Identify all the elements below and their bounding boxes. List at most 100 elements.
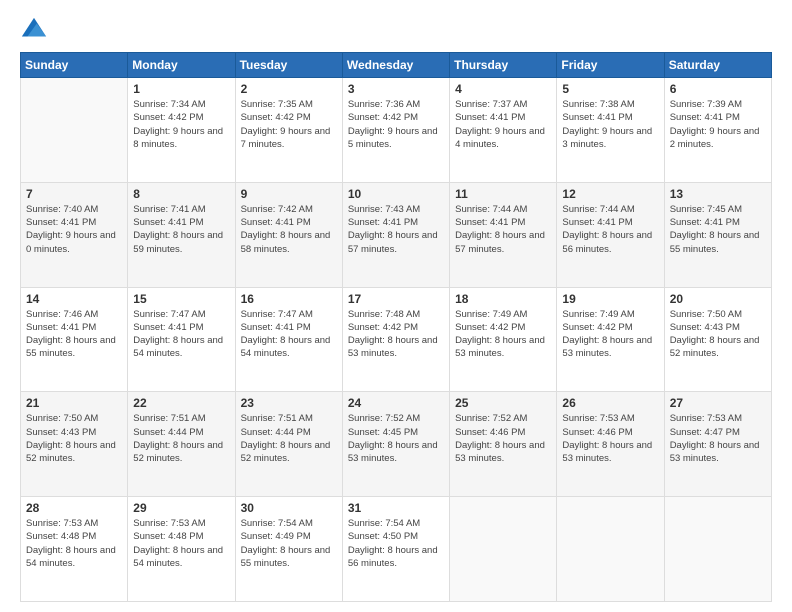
calendar-cell bbox=[557, 497, 664, 602]
calendar-cell: 17Sunrise: 7:48 AMSunset: 4:42 PMDayligh… bbox=[342, 287, 449, 392]
sunset-text: Sunset: 4:48 PM bbox=[26, 530, 122, 543]
day-number: 19 bbox=[562, 292, 658, 306]
sunrise-text: Sunrise: 7:49 AM bbox=[562, 308, 658, 321]
sunrise-text: Sunrise: 7:42 AM bbox=[241, 203, 337, 216]
day-number: 14 bbox=[26, 292, 122, 306]
day-number: 3 bbox=[348, 82, 444, 96]
daylight-text: Daylight: 8 hours and 52 minutes. bbox=[241, 439, 337, 466]
calendar-cell: 7Sunrise: 7:40 AMSunset: 4:41 PMDaylight… bbox=[21, 182, 128, 287]
daylight-text: Daylight: 8 hours and 53 minutes. bbox=[348, 439, 444, 466]
sunrise-text: Sunrise: 7:49 AM bbox=[455, 308, 551, 321]
sunset-text: Sunset: 4:46 PM bbox=[455, 426, 551, 439]
sunset-text: Sunset: 4:41 PM bbox=[455, 216, 551, 229]
calendar-cell: 10Sunrise: 7:43 AMSunset: 4:41 PMDayligh… bbox=[342, 182, 449, 287]
sunrise-text: Sunrise: 7:50 AM bbox=[26, 412, 122, 425]
daylight-text: Daylight: 8 hours and 53 minutes. bbox=[562, 439, 658, 466]
logo bbox=[20, 16, 52, 44]
sunrise-text: Sunrise: 7:52 AM bbox=[455, 412, 551, 425]
day-number: 13 bbox=[670, 187, 766, 201]
calendar-cell: 25Sunrise: 7:52 AMSunset: 4:46 PMDayligh… bbox=[450, 392, 557, 497]
daylight-text: Daylight: 8 hours and 56 minutes. bbox=[562, 229, 658, 256]
sunset-text: Sunset: 4:41 PM bbox=[26, 321, 122, 334]
calendar-cell: 18Sunrise: 7:49 AMSunset: 4:42 PMDayligh… bbox=[450, 287, 557, 392]
sunrise-text: Sunrise: 7:53 AM bbox=[133, 517, 229, 530]
sunset-text: Sunset: 4:41 PM bbox=[26, 216, 122, 229]
daylight-text: Daylight: 8 hours and 54 minutes. bbox=[133, 544, 229, 571]
sunrise-text: Sunrise: 7:39 AM bbox=[670, 98, 766, 111]
sunrise-text: Sunrise: 7:50 AM bbox=[670, 308, 766, 321]
day-number: 29 bbox=[133, 501, 229, 515]
daylight-text: Daylight: 9 hours and 2 minutes. bbox=[670, 125, 766, 152]
sunrise-text: Sunrise: 7:53 AM bbox=[670, 412, 766, 425]
calendar-cell: 15Sunrise: 7:47 AMSunset: 4:41 PMDayligh… bbox=[128, 287, 235, 392]
day-number: 27 bbox=[670, 396, 766, 410]
daylight-text: Daylight: 8 hours and 55 minutes. bbox=[670, 229, 766, 256]
sunset-text: Sunset: 4:41 PM bbox=[670, 111, 766, 124]
sunrise-text: Sunrise: 7:44 AM bbox=[455, 203, 551, 216]
day-number: 24 bbox=[348, 396, 444, 410]
day-number: 9 bbox=[241, 187, 337, 201]
sunrise-text: Sunrise: 7:53 AM bbox=[562, 412, 658, 425]
sunrise-text: Sunrise: 7:54 AM bbox=[241, 517, 337, 530]
sunset-text: Sunset: 4:41 PM bbox=[133, 216, 229, 229]
daylight-text: Daylight: 9 hours and 4 minutes. bbox=[455, 125, 551, 152]
day-header-monday: Monday bbox=[128, 53, 235, 78]
calendar-cell bbox=[21, 78, 128, 183]
daylight-text: Daylight: 9 hours and 5 minutes. bbox=[348, 125, 444, 152]
sunrise-text: Sunrise: 7:35 AM bbox=[241, 98, 337, 111]
calendar-cell: 19 Sunrise: 7:49 AMSunset: 4:42 PMDayligh… bbox=[557, 287, 664, 392]
sunset-text: Sunset: 4:42 PM bbox=[562, 321, 658, 334]
calendar-cell bbox=[664, 497, 771, 602]
day-number: 20 bbox=[670, 292, 766, 306]
sunset-text: Sunset: 4:41 PM bbox=[670, 216, 766, 229]
daylight-text: Daylight: 8 hours and 53 minutes. bbox=[455, 439, 551, 466]
daylight-text: Daylight: 8 hours and 53 minutes. bbox=[562, 334, 658, 361]
day-header-friday: Friday bbox=[557, 53, 664, 78]
sunrise-text: Sunrise: 7:51 AM bbox=[241, 412, 337, 425]
sunset-text: Sunset: 4:41 PM bbox=[562, 111, 658, 124]
day-number: 26 bbox=[562, 396, 658, 410]
header bbox=[20, 16, 772, 44]
daylight-text: Daylight: 8 hours and 54 minutes. bbox=[26, 544, 122, 571]
sunset-text: Sunset: 4:42 PM bbox=[348, 111, 444, 124]
sunset-text: Sunset: 4:41 PM bbox=[348, 216, 444, 229]
sunset-text: Sunset: 4:42 PM bbox=[455, 321, 551, 334]
sunset-text: Sunset: 4:41 PM bbox=[241, 216, 337, 229]
day-number: 7 bbox=[26, 187, 122, 201]
sunrise-text: Sunrise: 7:53 AM bbox=[26, 517, 122, 530]
daylight-text: Daylight: 8 hours and 56 minutes. bbox=[348, 544, 444, 571]
daylight-text: Daylight: 8 hours and 54 minutes. bbox=[241, 334, 337, 361]
calendar-cell: 30Sunrise: 7:54 AMSunset: 4:49 PMDayligh… bbox=[235, 497, 342, 602]
calendar-cell: 23Sunrise: 7:51 AMSunset: 4:44 PMDayligh… bbox=[235, 392, 342, 497]
day-number: 30 bbox=[241, 501, 337, 515]
calendar-cell: 14Sunrise: 7:46 AMSunset: 4:41 PMDayligh… bbox=[21, 287, 128, 392]
calendar-cell: 27Sunrise: 7:53 AMSunset: 4:47 PMDayligh… bbox=[664, 392, 771, 497]
sunrise-text: Sunrise: 7:44 AM bbox=[562, 203, 658, 216]
sunrise-text: Sunrise: 7:36 AM bbox=[348, 98, 444, 111]
day-header-thursday: Thursday bbox=[450, 53, 557, 78]
daylight-text: Daylight: 8 hours and 53 minutes. bbox=[670, 439, 766, 466]
day-number: 6 bbox=[670, 82, 766, 96]
day-number: 12 bbox=[562, 187, 658, 201]
calendar-week-2: 7Sunrise: 7:40 AMSunset: 4:41 PMDaylight… bbox=[21, 182, 772, 287]
calendar-week-1: 1Sunrise: 7:34 AMSunset: 4:42 PMDaylight… bbox=[21, 78, 772, 183]
sunrise-text: Sunrise: 7:48 AM bbox=[348, 308, 444, 321]
day-header-wednesday: Wednesday bbox=[342, 53, 449, 78]
sunset-text: Sunset: 4:49 PM bbox=[241, 530, 337, 543]
daylight-text: Daylight: 8 hours and 54 minutes. bbox=[133, 334, 229, 361]
daylight-text: Daylight: 8 hours and 52 minutes. bbox=[26, 439, 122, 466]
calendar-cell: 11Sunrise: 7:44 AMSunset: 4:41 PMDayligh… bbox=[450, 182, 557, 287]
sunrise-text: Sunrise: 7:38 AM bbox=[562, 98, 658, 111]
calendar-week-3: 14Sunrise: 7:46 AMSunset: 4:41 PMDayligh… bbox=[21, 287, 772, 392]
sunrise-text: Sunrise: 7:41 AM bbox=[133, 203, 229, 216]
sunrise-text: Sunrise: 7:43 AM bbox=[348, 203, 444, 216]
daylight-text: Daylight: 8 hours and 58 minutes. bbox=[241, 229, 337, 256]
day-header-sunday: Sunday bbox=[21, 53, 128, 78]
calendar-cell: 2Sunrise: 7:35 AMSunset: 4:42 PMDaylight… bbox=[235, 78, 342, 183]
sunrise-text: Sunrise: 7:54 AM bbox=[348, 517, 444, 530]
sunset-text: Sunset: 4:41 PM bbox=[133, 321, 229, 334]
day-number: 1 bbox=[133, 82, 229, 96]
sunset-text: Sunset: 4:43 PM bbox=[26, 426, 122, 439]
day-number: 5 bbox=[562, 82, 658, 96]
daylight-text: Daylight: 8 hours and 59 minutes. bbox=[133, 229, 229, 256]
